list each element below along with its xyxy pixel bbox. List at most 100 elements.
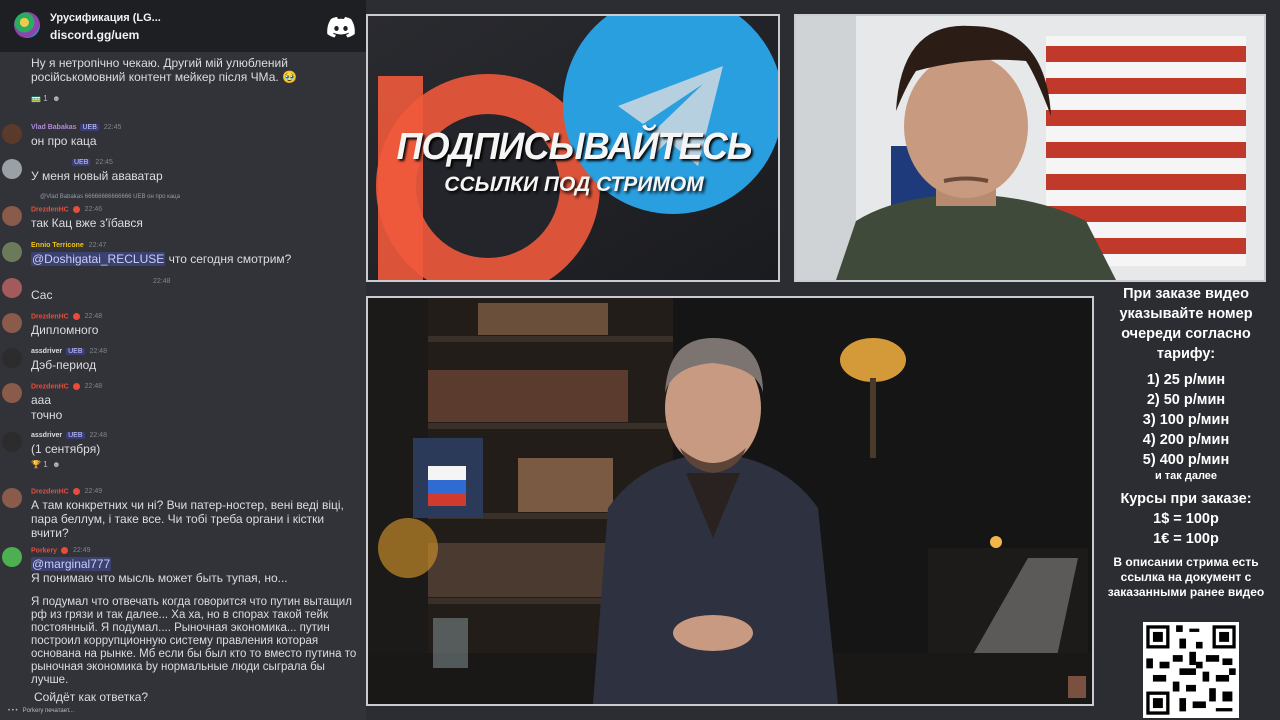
message-meta: Ennio Terricone 22:47 bbox=[31, 242, 106, 249]
message-text: ааа bbox=[31, 393, 52, 407]
qr-code-icon[interactable] bbox=[1143, 622, 1239, 718]
typing-indicator: • • • Porkery печатает... bbox=[8, 708, 74, 714]
reaction[interactable]: 🏆 1 ☻ bbox=[31, 460, 61, 469]
webcam-feed bbox=[794, 14, 1266, 282]
username[interactable]: Vlad Babakas bbox=[31, 124, 77, 131]
reply-preview[interactable]: @Vlad Babakas 66666666666666 UEB он про … bbox=[40, 194, 180, 200]
message-text: так Кац вже з'їбався bbox=[31, 216, 143, 230]
avatar[interactable] bbox=[2, 348, 22, 368]
timestamp: 22:48 bbox=[84, 313, 103, 321]
timestamp: 22:48 bbox=[153, 278, 171, 285]
discord-logo-icon bbox=[327, 17, 355, 38]
avatar[interactable] bbox=[2, 124, 22, 144]
rates-title: Курсы при заказе: bbox=[1120, 491, 1252, 507]
user-mention[interactable]: @marginal777 bbox=[31, 557, 112, 571]
candle bbox=[990, 536, 1002, 548]
timestamp: 22:49 bbox=[84, 488, 103, 496]
message-meta: Vlad Babakas UEB 22:45 bbox=[31, 124, 121, 131]
promo-banner: ПОДПИСЫВАЙТЕСЬ ССЫЛКИ ПОД СТРИМОМ bbox=[366, 14, 780, 282]
role-icon bbox=[72, 206, 80, 213]
avatar[interactable] bbox=[2, 488, 22, 508]
message-meta: assdriver UEB 22:48 bbox=[31, 348, 107, 355]
message-text: Сас bbox=[31, 288, 53, 302]
message-text: точно bbox=[31, 408, 63, 422]
webcam-image bbox=[796, 16, 1264, 280]
avatar[interactable] bbox=[2, 278, 22, 298]
flowers bbox=[378, 518, 438, 578]
role-badge: UEB bbox=[66, 348, 85, 355]
rate-usd: 1$ = 100р bbox=[1153, 511, 1219, 527]
timestamp: 22:47 bbox=[88, 242, 107, 249]
server-header[interactable]: Урусификация (LG... discord.gg/uem bbox=[0, 0, 366, 52]
video-frame bbox=[368, 298, 1092, 704]
avatar[interactable] bbox=[2, 206, 22, 226]
username[interactable]: DrezdenHC bbox=[31, 313, 69, 320]
tariff-etc: и так далее bbox=[1154, 470, 1218, 482]
role-icon bbox=[72, 313, 80, 320]
main-video-player[interactable] bbox=[366, 296, 1094, 706]
timestamp: 22:45 bbox=[95, 159, 113, 166]
role-icon bbox=[61, 547, 69, 554]
avatar[interactable] bbox=[2, 547, 22, 567]
username[interactable]: Ennio Terricone bbox=[31, 242, 84, 249]
message-text: Я подумал что отвечать когда говорится ч… bbox=[31, 596, 357, 686]
message-meta: DrezdenHC 22:46 bbox=[31, 206, 102, 213]
server-icon bbox=[14, 12, 40, 38]
timestamp: 22:46 bbox=[84, 206, 103, 214]
avatar[interactable] bbox=[2, 159, 22, 179]
message-meta: assdriver UEB 22:48 bbox=[31, 432, 107, 439]
order-instructions: При заказе видео указывайте номер очеред… bbox=[1119, 286, 1253, 362]
timestamp: 22:45 bbox=[103, 124, 122, 131]
server-name: Урусификация (LG... bbox=[50, 12, 161, 24]
message-meta: DrezdenHC 22:49 bbox=[31, 488, 102, 495]
tariff-item: 1) 25 р/мин bbox=[1146, 372, 1226, 388]
message-text: А там конкретних чи ні? Вчи патер-ностер… bbox=[31, 498, 344, 540]
avatar[interactable] bbox=[2, 313, 22, 333]
message-meta: UEB 22:45 bbox=[70, 159, 113, 166]
reaction[interactable]: 🚃 1 ☻ bbox=[31, 94, 61, 103]
message-text: @marginal777 bbox=[31, 557, 365, 571]
username[interactable]: Porkery bbox=[31, 547, 57, 554]
reaction-count: 1 bbox=[43, 460, 48, 469]
message-text: Сойдёт как ответка? bbox=[34, 690, 149, 704]
avatar[interactable] bbox=[2, 383, 22, 403]
timestamp: 22:48 bbox=[89, 348, 107, 355]
message-meta: DrezdenHC 22:48 bbox=[31, 313, 102, 320]
message-text: Дипломного bbox=[31, 323, 99, 337]
timestamp: 22:49 bbox=[72, 547, 91, 555]
donation-info-panel: При заказе видео указывайте номер очеред… bbox=[1098, 284, 1274, 600]
document-note: В описании стрима есть ссылка на докумен… bbox=[1107, 555, 1265, 599]
message-meta: 22:48 bbox=[150, 278, 171, 285]
role-badge: UEB bbox=[80, 124, 99, 131]
avatar[interactable] bbox=[2, 242, 22, 262]
role-icon bbox=[72, 488, 80, 495]
tariff-item: 3) 100 р/мин bbox=[1142, 412, 1230, 428]
username[interactable]: DrezdenHC bbox=[31, 488, 69, 495]
message-text: Дэб-период bbox=[31, 358, 97, 372]
username[interactable]: assdriver bbox=[31, 432, 62, 439]
username[interactable]: assdriver bbox=[31, 348, 62, 355]
tariff-item: 4) 200 р/мин bbox=[1142, 432, 1230, 448]
role-badge: UEB bbox=[72, 159, 91, 166]
username[interactable]: DrezdenHC bbox=[31, 206, 69, 213]
message-body: что сегодня смотрим? bbox=[168, 252, 292, 266]
message-text: он про каца bbox=[31, 134, 97, 148]
timestamp: 22:48 bbox=[89, 432, 107, 439]
discord-chat-panel: Урусификация (LG... discord.gg/uem Ну я … bbox=[0, 0, 366, 720]
server-invite[interactable]: discord.gg/uem bbox=[50, 28, 139, 42]
message-text: Я понимаю что мысль может быть тупая, но… bbox=[31, 571, 288, 585]
tariff-item: 2) 50 р/мин bbox=[1146, 392, 1226, 408]
message-text: @Doshigatai_RECLUSE что сегодня смотрим? bbox=[31, 252, 365, 266]
message-text: (1 сентября) bbox=[31, 442, 101, 456]
avatar[interactable] bbox=[2, 432, 22, 452]
role-badge: UEB bbox=[66, 432, 85, 439]
timestamp: 22:48 bbox=[84, 383, 103, 391]
message-meta: DrezdenHC 22:48 bbox=[31, 383, 102, 390]
message-meta: Porkery 22:49 bbox=[31, 547, 91, 554]
message-text: Ну я нетропічно чекаю. Другий мій улюбле… bbox=[31, 56, 297, 84]
role-icon bbox=[72, 383, 80, 390]
glass bbox=[433, 618, 468, 668]
user-mention[interactable]: @Doshigatai_RECLUSE bbox=[31, 252, 166, 266]
reaction-count: 1 bbox=[43, 94, 48, 103]
username[interactable]: DrezdenHC bbox=[31, 383, 69, 390]
